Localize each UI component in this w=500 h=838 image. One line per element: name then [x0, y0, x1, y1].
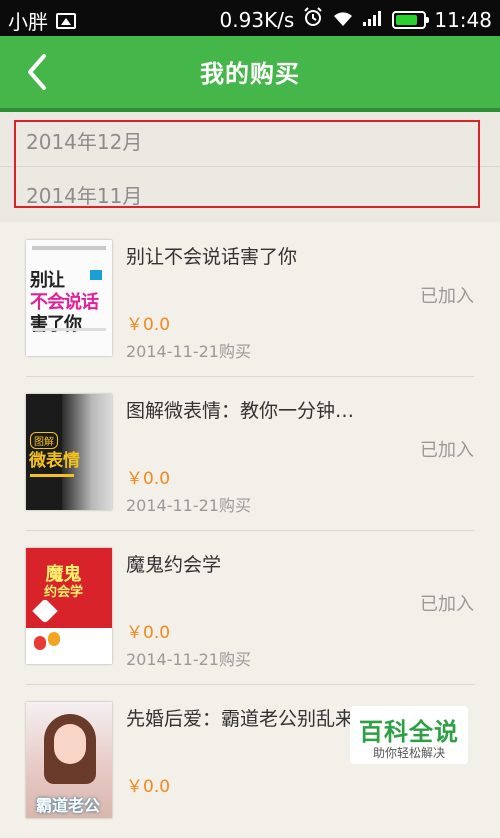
purchase-date: 2014-11-21购买: [126, 496, 251, 515]
cover-text: 不会说话: [30, 292, 99, 313]
purchase-item[interactable]: 魔鬼 约会学 魔鬼约会学 ￥0.0 2014-11-21购买 已加入: [26, 530, 474, 685]
book-price: ￥0.0: [126, 469, 171, 489]
added-status[interactable]: 已加入: [420, 436, 474, 462]
purchase-item[interactable]: 别让 不会说话 害了你 别让不会说话害了你 ￥0.0 2014-11-21购买 …: [26, 222, 474, 377]
book-cover: 魔鬼 约会学: [26, 548, 112, 664]
cover-text: 微表情: [29, 451, 80, 471]
month-filter-panel: 2014年12月 2014年11月: [0, 112, 500, 222]
month-option-2014-11[interactable]: 2014年11月: [0, 166, 500, 220]
book-cover: 霸道老公: [26, 702, 112, 818]
added-status[interactable]: 已加入: [420, 590, 474, 616]
alarm-icon: [302, 6, 324, 33]
book-price: ￥0.0: [126, 777, 171, 797]
book-cover: 图解 微表情: [26, 394, 112, 510]
cover-text: 别让: [30, 270, 65, 291]
book-title: 图解微表情：教你一分钟…: [126, 400, 355, 422]
network-speed: 0.93K/s: [219, 7, 295, 32]
added-status[interactable]: 已加入: [420, 282, 474, 308]
cover-text: 魔鬼: [45, 564, 82, 585]
purchase-item[interactable]: 图解 微表情 图解微表情：教你一分钟… ￥0.0 2014-11-21购买 已加…: [26, 376, 474, 531]
watermark-title: 百科全说: [359, 718, 459, 746]
book-title: 别让不会说话害了你: [126, 246, 298, 268]
image-notification-icon: [56, 12, 76, 29]
cover-text: 霸道老公: [36, 796, 101, 815]
book-price: ￥0.0: [126, 623, 171, 643]
cover-text: 害了你: [30, 314, 82, 335]
wifi-icon: [332, 8, 354, 32]
carrier-label: 小胖: [8, 10, 48, 34]
purchase-date: 2014-11-21购买: [126, 342, 251, 361]
cover-text: 约会学: [44, 585, 84, 600]
page-title: 我的购买: [200, 60, 300, 88]
status-bar: 小胖 0.93K/s 11:48: [0, 0, 500, 36]
book-title: 魔鬼约会学: [126, 554, 222, 576]
clock: 11:48: [434, 7, 492, 32]
month-label: 2014年12月: [26, 130, 143, 154]
battery-icon: [392, 10, 430, 29]
purchase-date: 2014-11-21购买: [126, 650, 251, 669]
watermark-subtitle: 助你轻松解决: [372, 746, 445, 760]
month-option-2014-12[interactable]: 2014年12月: [0, 112, 500, 167]
book-cover: 别让 不会说话 害了你: [26, 240, 112, 356]
app-header: 我的购买: [0, 36, 500, 112]
month-label: 2014年11月: [26, 184, 143, 208]
book-price: ￥0.0: [126, 315, 171, 335]
signal-icon: [362, 8, 384, 32]
watermark-badge: 百科全说 助你轻松解决: [350, 706, 468, 764]
book-title: 先婚后爱：霸道老公别乱来: [126, 708, 355, 730]
